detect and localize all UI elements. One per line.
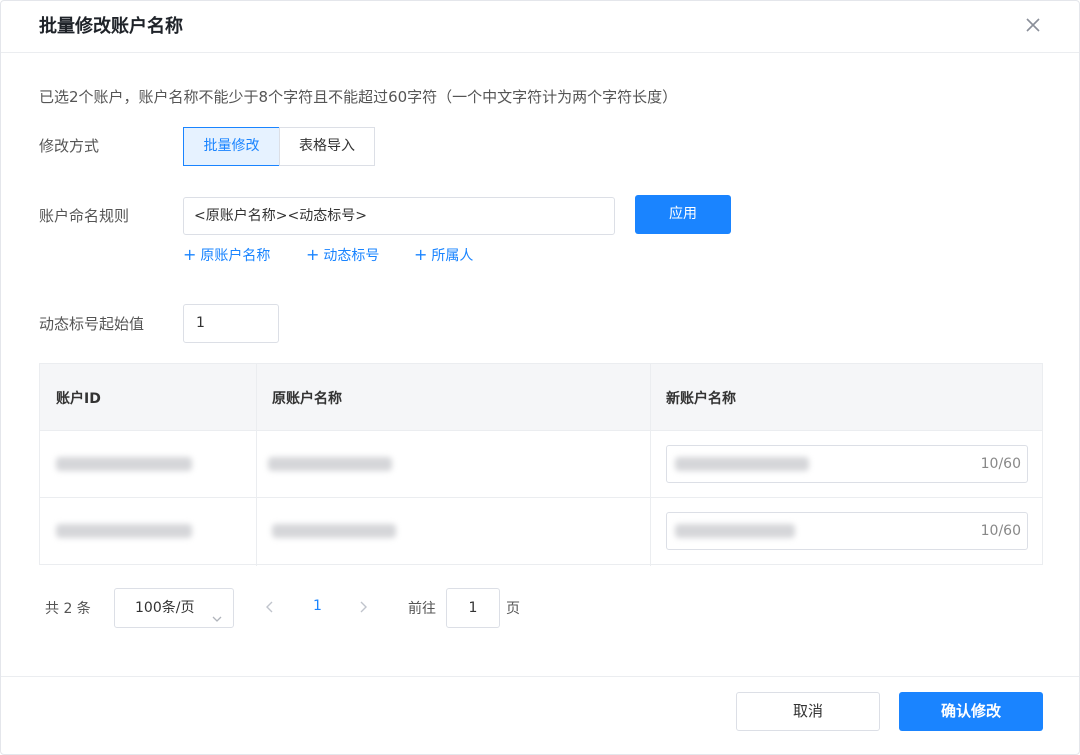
add-owner-link[interactable]: + 所属人 [414, 245, 473, 265]
page-size-select[interactable]: 100条/页 [114, 588, 234, 628]
prev-page-icon[interactable] [263, 599, 277, 615]
add-link-label: 所属人 [431, 248, 474, 264]
add-link-label: 动态标号 [323, 248, 380, 264]
dialog-footer: 取消 确认修改 [1, 676, 1079, 755]
modify-mode-label: 修改方式 [39, 137, 100, 155]
redacted-new-name [675, 457, 809, 471]
column-header-account-id: 账户ID [56, 391, 101, 407]
naming-rule-label: 账户命名规则 [39, 207, 130, 225]
batch-rename-dialog: 批量修改账户名称 已选2个账户，账户名称不能少于8个字符且不能超过60字符（一个… [0, 0, 1080, 755]
close-icon[interactable] [1023, 15, 1043, 35]
redacted-account-id [56, 524, 192, 538]
apply-button[interactable]: 应用 [635, 195, 731, 234]
table-row: 10/60 [40, 498, 1042, 565]
mode-table-import-tab[interactable]: 表格导入 [279, 127, 375, 166]
cancel-button[interactable]: 取消 [736, 692, 880, 731]
table-row: 10/60 [40, 431, 1042, 498]
add-link-label: 原账户名称 [200, 248, 271, 264]
dialog-header: 批量修改账户名称 [1, 1, 1079, 53]
plus-icon: + [414, 245, 428, 264]
next-page-icon[interactable] [356, 599, 370, 615]
new-name-input[interactable]: 10/60 [666, 445, 1028, 483]
table-header: 账户ID 原账户名称 新账户名称 [40, 364, 1042, 431]
redacted-original-name [268, 457, 392, 471]
column-header-original-name: 原账户名称 [272, 391, 342, 407]
page-suffix-label: 页 [506, 601, 520, 617]
selection-description: 已选2个账户，账户名称不能少于8个字符且不能超过60字符（一个中文字符计为两个字… [39, 88, 678, 106]
column-header-new-name: 新账户名称 [666, 391, 736, 407]
char-count: 10/60 [980, 456, 1021, 472]
pagination-total: 共 2 条 [45, 601, 91, 617]
start-value-input[interactable]: 1 [183, 304, 279, 343]
new-name-input[interactable]: 10/60 [666, 512, 1028, 550]
add-original-name-link[interactable]: + 原账户名称 [183, 245, 270, 265]
redacted-new-name [675, 524, 795, 538]
start-value-label: 动态标号起始值 [39, 315, 145, 333]
dialog-title: 批量修改账户名称 [39, 16, 183, 37]
add-dynamic-number-link[interactable]: + 动态标号 [306, 245, 379, 265]
redacted-account-id [56, 457, 192, 471]
page-number-current[interactable]: 1 [313, 598, 322, 614]
naming-rule-input[interactable]: <原账户名称><动态标号> [183, 197, 615, 235]
redacted-original-name [272, 524, 396, 538]
confirm-modify-button[interactable]: 确认修改 [899, 692, 1043, 731]
page-size-value: 100条/页 [135, 600, 195, 616]
accounts-table: 账户ID 原账户名称 新账户名称 10/60 10/60 [39, 363, 1043, 566]
char-count: 10/60 [980, 523, 1021, 539]
goto-label: 前往 [408, 601, 436, 617]
plus-icon: + [306, 245, 320, 264]
chevron-down-icon [211, 602, 223, 640]
goto-page-input[interactable]: 1 [446, 588, 500, 628]
plus-icon: + [183, 245, 197, 264]
mode-batch-modify-tab[interactable]: 批量修改 [183, 127, 280, 166]
